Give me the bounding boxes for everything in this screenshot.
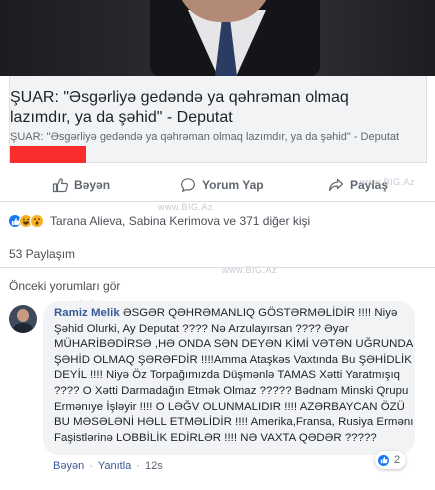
reactions-text[interactable]: Tarana Alieva, Sabina Kerimova ve 371 di… xyxy=(50,214,310,228)
avatar[interactable] xyxy=(9,305,37,333)
view-previous-comments-link[interactable]: Önceki yorumları gör xyxy=(9,279,120,293)
wow-icon xyxy=(30,214,44,228)
link-subtitle: ŞUAR: "Əsgərliyə gedəndə ya qəhrəman olm… xyxy=(10,131,400,143)
comment-reply-link[interactable]: Yanıtla xyxy=(98,460,131,472)
separator-dot: · xyxy=(136,460,140,472)
avatar-body xyxy=(12,323,34,333)
comment-reaction-number: 2 xyxy=(394,454,401,466)
comment-text: Ramiz Melik ƏSGƏR QƏHRƏMANLIQ GÖSTƏRMƏLİ… xyxy=(54,306,416,446)
comment-button[interactable]: Yorum Yap xyxy=(180,177,264,193)
comment-actions: Bəyən · Yanıtla · 12s xyxy=(53,460,163,472)
avatar-head xyxy=(17,309,29,322)
like-button-label: Bəyən xyxy=(74,178,111,192)
separator-dot: · xyxy=(89,460,93,472)
comment-author[interactable]: Ramiz Melik xyxy=(54,307,120,319)
like-icon xyxy=(377,453,390,467)
thumbs-up-icon xyxy=(52,178,68,193)
link-preview-image[interactable] xyxy=(0,0,435,76)
comment-reaction-count[interactable]: 2 xyxy=(375,451,407,469)
share-count[interactable]: 53 Paylaşım xyxy=(9,247,75,261)
comment-body: ƏSGƏR QƏHRƏMANLIQ GÖSTƏRMƏLİDİR !!!! Niy… xyxy=(54,307,414,444)
like-button[interactable]: Bəyən xyxy=(52,177,110,193)
comment-like-link[interactable]: Bəyən xyxy=(53,460,84,472)
reactions-summary[interactable]: Tarana Alieva, Sabina Kerimova ve 371 di… xyxy=(8,211,310,231)
share-arrow-icon xyxy=(328,178,344,192)
watermark: www.BIG.Az xyxy=(360,177,416,187)
red-redaction-bar xyxy=(10,146,86,163)
divider xyxy=(0,267,435,268)
link-title[interactable]: ŞUAR: "Əsgərliyə gedəndə ya qəhrəman olm… xyxy=(10,88,410,128)
comment-button-label: Yorum Yap xyxy=(202,178,264,192)
comment-timestamp[interactable]: 12s xyxy=(145,460,163,472)
comment-icon xyxy=(181,178,195,192)
